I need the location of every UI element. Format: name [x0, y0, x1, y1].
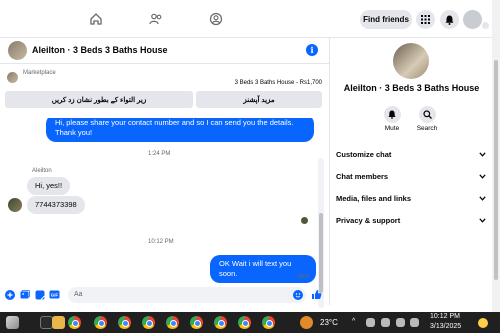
message-input[interactable]: Aa	[68, 287, 306, 303]
sender-name: Aleilton	[32, 168, 52, 174]
conversation-details-panel: Aleilton · 3 Beds 3 Baths House Mute Sea…	[331, 38, 492, 305]
timestamp: 1:24 PM	[148, 151, 171, 157]
chrome-icon[interactable]	[142, 316, 155, 329]
listing-title[interactable]: 3 Beds 3 Baths House - Rs1,700	[235, 80, 322, 86]
add-plus-icon[interactable]	[4, 289, 15, 300]
section-customize-chat[interactable]: Customize chat	[336, 146, 486, 162]
photo-icon[interactable]	[19, 289, 30, 300]
home-icon[interactable]	[85, 8, 107, 30]
menu-grid-icon[interactable]	[416, 10, 435, 29]
weather-icon[interactable]	[300, 316, 313, 329]
mark-pending-button[interactable]: زیر التواء کے بطور نشان زد کریں	[5, 91, 193, 108]
account-avatar[interactable]	[463, 10, 482, 29]
conversation-title[interactable]: Aleilton · 3 Beds 3 Baths House	[32, 45, 168, 55]
account-chevron-icon[interactable]	[481, 21, 490, 30]
chevron-down-icon	[479, 217, 486, 223]
sender-avatar[interactable]	[8, 198, 22, 212]
section-media-files-links[interactable]: Media, files and links	[336, 190, 486, 206]
message-status: Sent	[297, 274, 310, 280]
profile-circle-icon[interactable]	[205, 8, 227, 30]
svg-text:GIF: GIF	[51, 293, 59, 298]
chrome-icon[interactable]	[166, 316, 179, 329]
chrome-icon[interactable]	[68, 316, 81, 329]
incoming-message[interactable]: 7744373398	[27, 196, 85, 214]
chrome-icon[interactable]	[94, 316, 107, 329]
wifi-icon[interactable]	[396, 318, 405, 327]
outgoing-message[interactable]: Hi, please share your contact number and…	[46, 118, 314, 142]
chrome-icon[interactable]	[118, 316, 131, 329]
emoji-icon[interactable]	[292, 289, 303, 300]
facebook-top-bar: Find friends	[0, 0, 500, 38]
timestamp: 10:12 PM	[148, 239, 174, 245]
seen-receipt-avatar	[301, 217, 308, 224]
chat-header: Aleilton · 3 Beds 3 Baths House i	[0, 38, 330, 64]
file-explorer-icon[interactable]	[52, 316, 65, 329]
gif-icon[interactable]: GIF	[49, 289, 60, 300]
section-label: Privacy & support	[336, 215, 401, 225]
conversation-avatar[interactable]	[8, 41, 27, 60]
chevron-down-icon	[479, 173, 486, 179]
chevron-down-icon	[479, 151, 486, 157]
notifications-bell-icon[interactable]	[440, 10, 459, 29]
section-label: Media, files and links	[336, 193, 412, 203]
chrome-icon[interactable]	[238, 316, 251, 329]
marketplace-listing: Marketplace 3 Beds 3 Baths House - Rs1,7…	[0, 65, 330, 117]
info-icon[interactable]: i	[306, 44, 318, 56]
page-scrollbar-thumb[interactable]	[494, 60, 498, 280]
notification-icon[interactable]	[478, 318, 488, 328]
find-friends-button[interactable]: Find friends	[360, 10, 412, 29]
conversation-large-avatar[interactable]	[393, 43, 429, 79]
section-label: Chat members	[336, 171, 389, 181]
incoming-message[interactable]: Hi, yes!!	[27, 177, 71, 195]
search-button[interactable]: Search	[412, 106, 442, 132]
chat-scrollbar-thumb[interactable]	[319, 213, 323, 293]
volume-icon[interactable]	[410, 318, 419, 327]
details-title: Aleilton · 3 Beds 3 Baths House	[343, 83, 480, 93]
section-label: Customize chat	[336, 149, 392, 159]
temperature[interactable]: 23°C	[320, 318, 338, 327]
windows-taskbar: 23°C ^ 10:12 PM 3/13/2025	[0, 312, 500, 333]
mute-button[interactable]: Mute	[377, 106, 407, 132]
chevron-up-icon[interactable]: ^	[352, 318, 355, 325]
listing-thumbnail[interactable]	[7, 72, 18, 83]
chrome-icon[interactable]	[262, 316, 275, 329]
more-options-button[interactable]: مزید آپشنز	[196, 91, 322, 108]
keyboard-icon[interactable]	[381, 318, 390, 327]
search-label: Search	[416, 125, 438, 132]
clock-date[interactable]: 3/13/2025	[430, 323, 461, 330]
chrome-icon[interactable]	[190, 316, 203, 329]
clock-time[interactable]: 10:12 PM	[430, 313, 460, 320]
chevron-down-icon	[479, 195, 486, 201]
mute-label: Mute	[384, 125, 400, 132]
marketplace-label: Marketplace	[23, 70, 56, 76]
message-list: Hi, please share your contact number and…	[0, 118, 316, 285]
search-icon[interactable]	[418, 106, 436, 123]
message-composer: GIF Aa	[0, 285, 330, 305]
section-chat-members[interactable]: Chat members	[336, 168, 486, 184]
chrome-icon[interactable]	[214, 316, 227, 329]
widgets-icon[interactable]	[6, 316, 19, 329]
page-scrollbar[interactable]	[492, 0, 500, 312]
bell-icon[interactable]	[383, 106, 401, 123]
sticker-icon[interactable]	[34, 289, 45, 300]
section-privacy-support[interactable]: Privacy & support	[336, 212, 486, 228]
chat-panel: Aleilton · 3 Beds 3 Baths House i Market…	[0, 38, 330, 308]
like-thumb-icon[interactable]	[311, 289, 322, 300]
cloud-icon[interactable]	[366, 318, 375, 327]
friends-icon[interactable]	[145, 8, 167, 30]
